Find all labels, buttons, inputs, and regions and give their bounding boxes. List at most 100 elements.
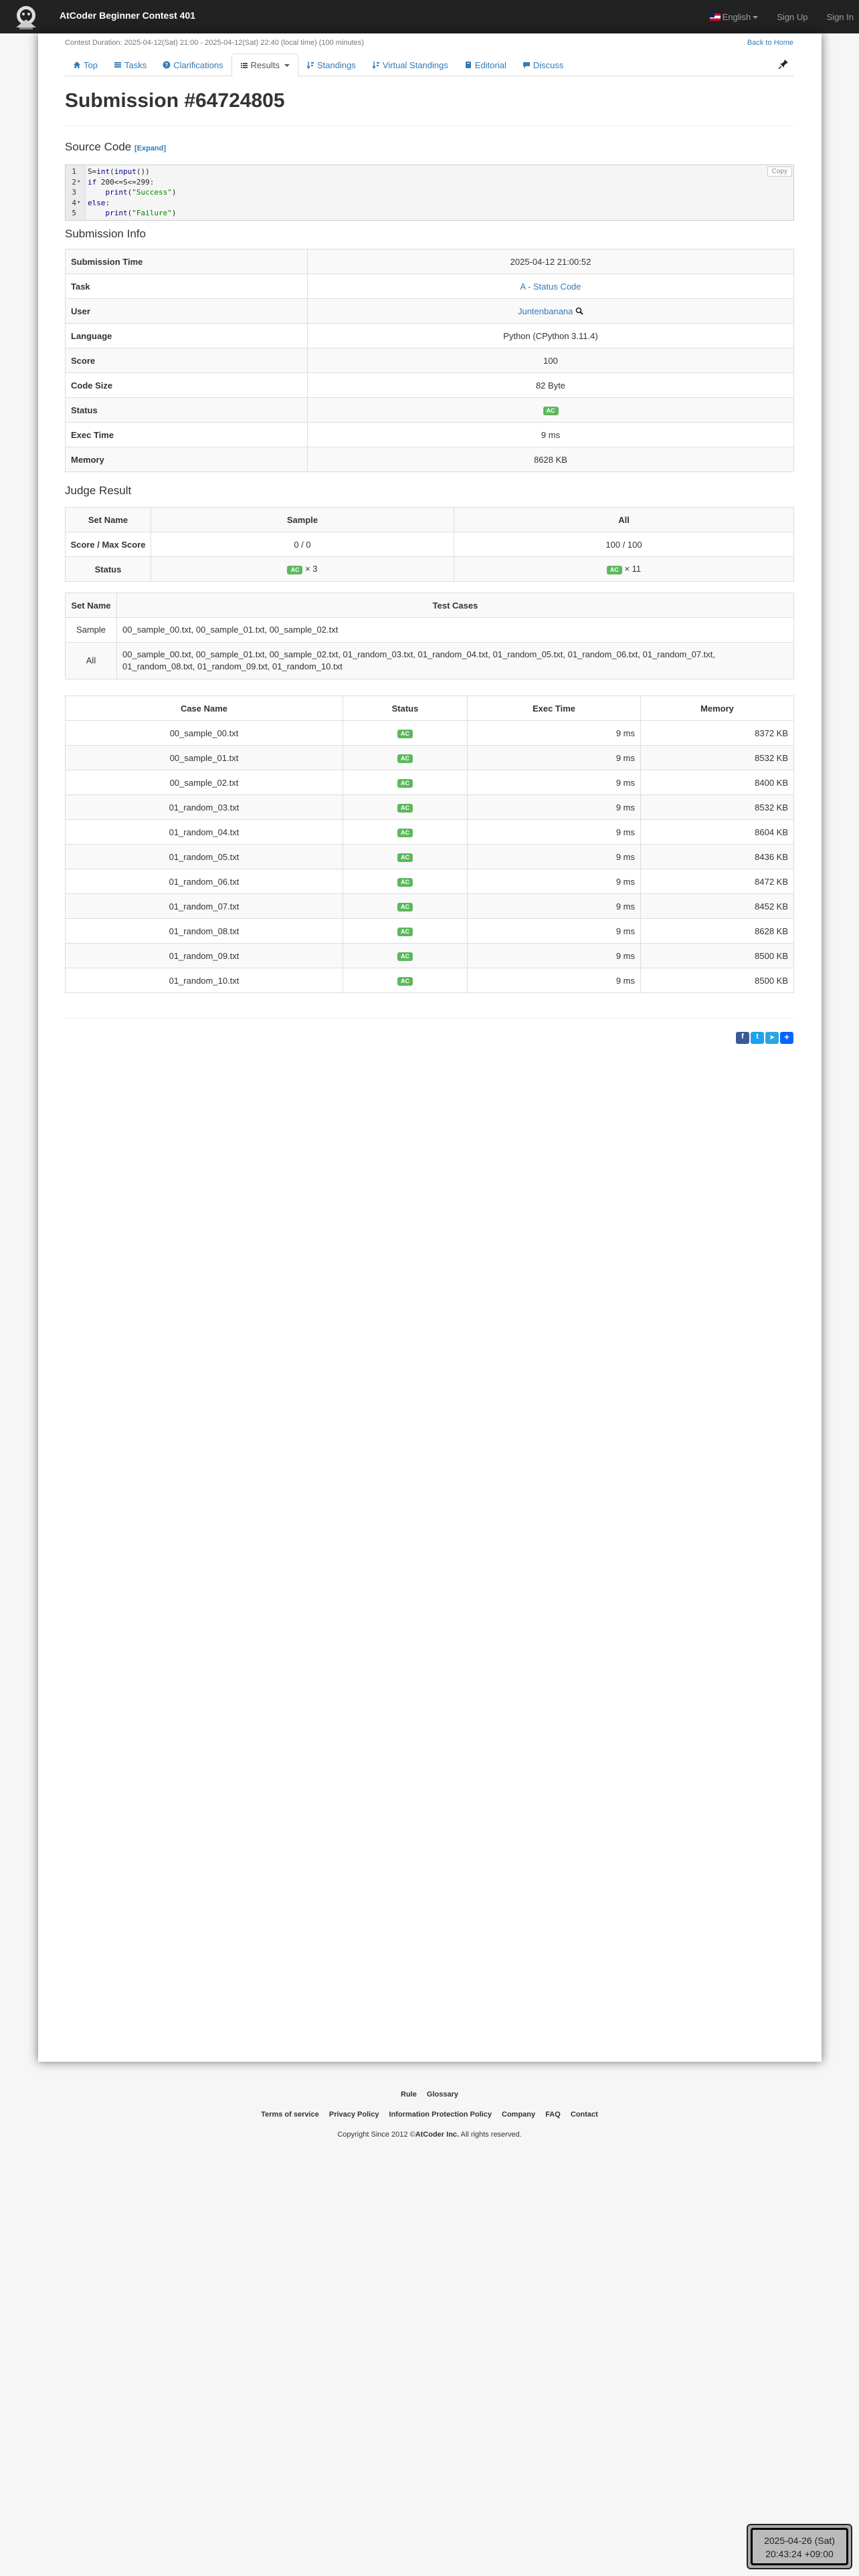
book-icon	[465, 62, 471, 68]
footer-link-glossary[interactable]: Glossary	[427, 2090, 458, 2099]
footer-link-privacy[interactable]: Privacy Policy	[329, 2111, 379, 2119]
all-count: × 11	[624, 564, 642, 574]
case-memory: 8628 KB	[640, 918, 794, 944]
table-row: 01_random_10.txt AC 9 ms 8500 KB	[65, 968, 794, 993]
tab-tasks-label: Tasks	[124, 60, 147, 70]
ac-badge: AC	[397, 829, 413, 837]
code-line: 5 print("Failure")	[66, 208, 793, 218]
fold-toggle-icon[interactable]: ▾	[77, 177, 80, 187]
info-cell: Juntenbanana	[307, 298, 794, 324]
info-row: Language Python (CPython 3.11.4)	[65, 323, 794, 348]
telegram-share-icon[interactable]	[765, 1032, 779, 1044]
table-row: 00_sample_02.txt AC 9 ms 8400 KB	[65, 770, 794, 795]
ac-badge: AC	[397, 977, 413, 986]
case-memory: 8500 KB	[640, 943, 794, 968]
set-row: All 00_sample_00.txt, 00_sample_01.txt, …	[65, 642, 794, 679]
case-memory: 8452 KB	[640, 893, 794, 919]
tab-discuss[interactable]: Discuss	[514, 53, 572, 76]
status-label: Status	[65, 556, 151, 582]
info-cell: 8628 KB	[307, 447, 794, 472]
code-token: )	[171, 209, 177, 217]
case-exec-time: 9 ms	[467, 918, 641, 944]
navbar-right: English Sign Up Sign In	[709, 0, 854, 33]
more-share-icon[interactable]	[780, 1032, 793, 1044]
info-label: User	[65, 298, 308, 324]
ac-badge: AC	[287, 566, 303, 574]
ac-badge: AC	[397, 754, 413, 763]
back-to-home-link[interactable]: Back to Home	[747, 39, 793, 47]
case-memory: 8604 KB	[640, 819, 794, 845]
code-text: else:	[88, 198, 110, 208]
table-row: 01_random_09.txt AC 9 ms 8500 KB	[65, 943, 794, 968]
code-token: )	[171, 188, 177, 197]
ac-badge: AC	[397, 804, 413, 813]
table-row: 01_random_06.txt AC 9 ms 8472 KB	[65, 869, 794, 894]
footer-link-company[interactable]: Company	[502, 2111, 535, 2119]
case-memory: 8372 KB	[640, 720, 794, 746]
tab-editorial[interactable]: Editorial	[456, 53, 514, 76]
language-dropdown[interactable]: English	[709, 11, 759, 22]
info-row: Code Size 82 Byte	[65, 372, 794, 398]
clock-date: 2025-04-26 (Sat)	[764, 2535, 835, 2546]
info-row: Task A - Status Code	[65, 274, 794, 299]
info-label: Score	[65, 348, 308, 373]
copyright-suffix: All rights reserved.	[459, 2131, 522, 2139]
case-status: AC	[343, 819, 468, 845]
contest-brand-link[interactable]: AtCoder Beginner Contest 401	[60, 10, 195, 21]
footer-link-contact[interactable]: Contact	[571, 2111, 598, 2119]
sample-status: AC × 3	[151, 556, 454, 582]
judge-result-heading: Judge Result	[65, 484, 132, 497]
task-link[interactable]: A - Status Code	[520, 282, 581, 292]
info-label: Task	[65, 274, 308, 299]
case-status: AC	[343, 720, 468, 746]
copyright-company: AtCoder Inc.	[415, 2131, 460, 2139]
case-status: AC	[343, 745, 468, 770]
sample-score: 0 / 0	[151, 532, 454, 557]
case-status: AC	[343, 770, 468, 795]
tab-virtual-standings[interactable]: Virtual Standings	[364, 53, 456, 76]
line-number: 1	[72, 167, 76, 176]
pin-icon[interactable]	[778, 59, 789, 70]
tab-clarifications[interactable]: ? Clarifications	[155, 53, 231, 76]
expand-link[interactable]: [Expand]	[134, 144, 166, 152]
judge-score-row: Score / Max Score 0 / 0 100 / 100	[65, 532, 794, 557]
footer-link-faq[interactable]: FAQ	[545, 2111, 561, 2119]
sign-in-link[interactable]: Sign In	[827, 12, 854, 22]
top-navbar: AtCoder Beginner Contest 401 English Sig…	[0, 0, 859, 33]
user-link[interactable]: Juntenbanana	[518, 306, 573, 316]
tab-results-label: Results	[250, 60, 280, 70]
code-keyword: input	[114, 167, 136, 176]
ac-badge: AC	[397, 878, 413, 887]
copy-button[interactable]: Copy	[767, 167, 792, 177]
footer-link-info-protection[interactable]: Information Protection Policy	[389, 2111, 492, 2119]
caret-down-icon	[284, 64, 290, 67]
set-cases: 00_sample_00.txt, 00_sample_01.txt, 00_s…	[116, 617, 794, 643]
case-exec-time: 9 ms	[467, 844, 641, 869]
facebook-share-icon[interactable]	[736, 1032, 749, 1044]
twitter-share-icon[interactable]	[751, 1032, 764, 1044]
footer-link-terms[interactable]: Terms of service	[261, 2111, 319, 2119]
language-label: English	[722, 11, 751, 22]
fold-toggle-icon[interactable]: ▾	[77, 198, 80, 208]
info-value: 9 ms	[541, 429, 561, 440]
source-code-editor[interactable]: 1 S=int(input()) 2 ▾ if 200<=S<=299: 3 print(…	[65, 165, 794, 221]
atcoder-logo-icon[interactable]	[8, 2, 44, 31]
set-header-row: Set Name Test Cases	[65, 593, 794, 618]
tab-standings[interactable]: Standings	[298, 53, 364, 76]
table-row: 00_sample_00.txt AC 9 ms 8372 KB	[65, 720, 794, 746]
footer-link-rule[interactable]: Rule	[401, 2090, 417, 2099]
tab-tasks[interactable]: Tasks	[106, 53, 155, 76]
tab-standings-label: Standings	[316, 60, 356, 70]
sample-count: × 3	[305, 564, 318, 574]
tab-top[interactable]: Top	[65, 53, 106, 76]
case-name: 01_random_05.txt	[65, 844, 343, 869]
code-keyword: print	[105, 209, 128, 217]
caret-down-icon	[753, 16, 759, 19]
footer-links-primary: Rule Glossary	[0, 2090, 859, 2099]
tab-clarifications-label: Clarifications	[173, 60, 223, 70]
code-token: (	[110, 167, 114, 176]
sign-up-link[interactable]: Sign Up	[777, 12, 807, 22]
search-icon[interactable]	[575, 307, 583, 315]
tab-results[interactable]: Results	[231, 53, 298, 77]
